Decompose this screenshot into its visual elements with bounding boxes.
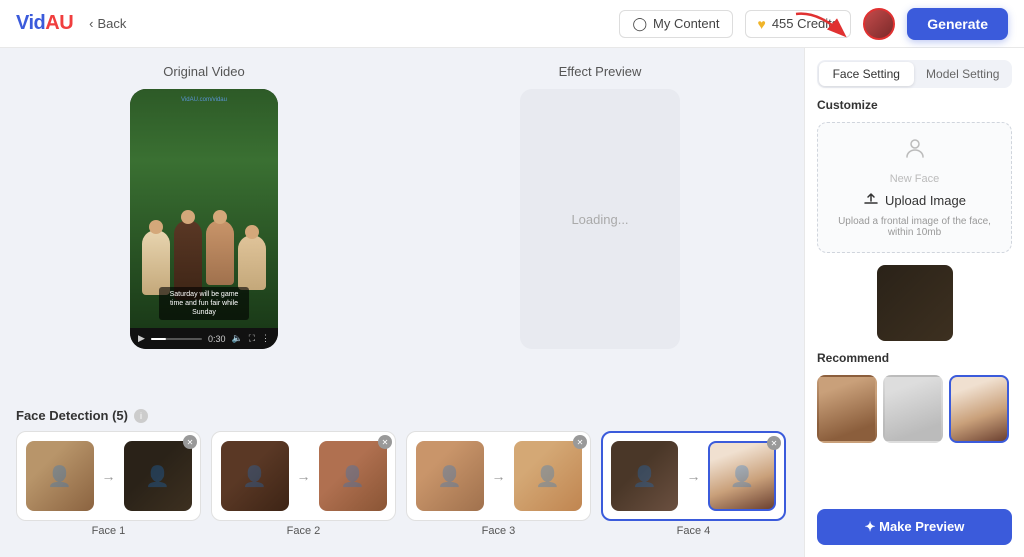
tab-face-setting-label: Face Setting	[833, 67, 900, 81]
person-icon	[903, 137, 927, 167]
face-4-close[interactable]: ✕	[767, 436, 781, 450]
face-1-label: Face 1	[92, 525, 126, 537]
silhouette-1	[142, 230, 170, 295]
header-right: ◯ My Content ♥ 455 Credits Generate	[619, 8, 1008, 40]
silhouette-3	[206, 220, 234, 285]
face-3-close[interactable]: ✕	[573, 435, 587, 449]
face-detection-header: Face Detection (5) i	[16, 408, 788, 423]
face-4-source: 👤	[611, 441, 678, 511]
main: Original Video VidAU.com/vidau Saturday …	[0, 48, 1024, 557]
upload-label: Upload Image	[885, 193, 966, 208]
recommend-label: Recommend	[817, 351, 1012, 365]
back-button[interactable]: ‹ Back	[89, 16, 126, 31]
tab-model-setting-label: Model Setting	[926, 67, 999, 81]
coin-icon: ♥	[758, 16, 766, 32]
face-item-2: ✕ 👤 → 👤 Face 2	[211, 431, 396, 537]
recommend-thumb-3[interactable]	[949, 375, 1009, 443]
upload-icon	[863, 191, 879, 210]
face-item-3: ✕ 👤 → 👤 Face 3	[406, 431, 591, 537]
fullscreen-icon[interactable]: ⛶	[249, 333, 255, 344]
credits-button[interactable]: ♥ 455 Credits	[745, 10, 852, 38]
back-label: Back	[98, 16, 127, 31]
progress-fill	[151, 338, 166, 340]
clock-icon: ◯	[632, 16, 647, 32]
make-preview-label: ✦ Make Preview	[865, 519, 965, 535]
selected-face-thumbnail	[877, 265, 953, 341]
chevron-left-icon: ‹	[89, 16, 93, 31]
new-face-box[interactable]: New Face Upload Image Upload a frontal i…	[817, 122, 1012, 253]
face-4-arrow: →	[686, 468, 700, 484]
content-area: Original Video VidAU.com/vidau Saturday …	[0, 48, 804, 557]
face-3-arrow: →	[492, 468, 506, 484]
credits-label: 455 Credits	[772, 16, 838, 31]
face-2-target: 👤	[319, 441, 387, 511]
face-2-arrow: →	[297, 468, 311, 484]
face-3-target: 👤	[514, 441, 582, 511]
time-display: 0:30	[208, 334, 226, 344]
face-4-target: 👤	[708, 441, 776, 511]
video-container[interactable]: VidAU.com/vidau Saturday will be game ti…	[130, 89, 278, 349]
video-caption: Saturday will be game time and fun fair …	[159, 287, 249, 320]
my-content-button[interactable]: ◯ My Content	[619, 10, 732, 38]
face-1-target: 👤	[124, 441, 192, 511]
logo: VidAU	[16, 12, 73, 35]
face-1-close[interactable]: ✕	[183, 435, 197, 449]
customize-label: Customize	[817, 98, 1012, 112]
upload-hint: Upload a frontal image of the face, with…	[828, 216, 1001, 238]
face-4-label: Face 4	[677, 525, 711, 537]
generate-label: Generate	[927, 16, 988, 32]
avatar[interactable]	[863, 8, 895, 40]
face-1-arrow: →	[102, 468, 116, 484]
original-video-title: Original Video	[163, 64, 244, 79]
loading-text: Loading...	[571, 212, 628, 227]
new-face-text: New Face	[890, 173, 940, 185]
info-icon[interactable]: i	[134, 409, 148, 423]
effect-preview-panel: Effect Preview Loading...	[412, 64, 788, 396]
face-3-label: Face 3	[482, 525, 516, 537]
face-card-1[interactable]: ✕ 👤 → 👤	[16, 431, 201, 521]
face-item-1: ✕ 👤 → 👤 Face 1	[16, 431, 201, 537]
my-content-label: My Content	[653, 16, 719, 31]
face-card-3[interactable]: ✕ 👤 → 👤	[406, 431, 591, 521]
sidebar: Face Setting Model Setting Customize New…	[804, 48, 1024, 557]
header: VidAU ‹ Back ◯ My Content ♥ 455 Credits …	[0, 0, 1024, 48]
effect-preview-box: Loading...	[520, 89, 680, 349]
video-controls[interactable]: ▶ 0:30 🔈 ⛶ ⋮	[130, 328, 278, 349]
face-item-4: ✕ 👤 → 👤 Face 4	[601, 431, 786, 537]
face-1-source: 👤	[26, 441, 94, 511]
recommend-row	[817, 375, 1012, 443]
generate-button[interactable]: Generate	[907, 8, 1008, 40]
face-card-4[interactable]: ✕ 👤 → 👤	[601, 431, 786, 521]
tab-face-setting[interactable]: Face Setting	[819, 62, 914, 86]
original-video-panel: Original Video VidAU.com/vidau Saturday …	[16, 64, 392, 396]
face-2-source: 👤	[221, 441, 289, 511]
progress-bar[interactable]	[151, 338, 202, 340]
face-card-2[interactable]: ✕ 👤 → 👤	[211, 431, 396, 521]
recommend-thumb-1[interactable]	[817, 375, 877, 443]
tab-model-setting[interactable]: Model Setting	[916, 62, 1011, 86]
face-2-label: Face 2	[287, 525, 321, 537]
volume-icon[interactable]: 🔈	[231, 333, 242, 344]
faces-scroll[interactable]: ✕ 👤 → 👤 Face 1 ✕	[16, 431, 788, 541]
avatar-image	[865, 10, 893, 38]
face-2-close[interactable]: ✕	[378, 435, 392, 449]
face-detection-title: Face Detection (5)	[16, 408, 128, 423]
silhouette-4	[238, 235, 266, 290]
recommend-thumb-2[interactable]	[883, 375, 943, 443]
tab-row: Face Setting Model Setting	[817, 60, 1012, 88]
face-3-source: 👤	[416, 441, 484, 511]
video-background: VidAU.com/vidau Saturday will be game ti…	[130, 89, 278, 328]
more-icon[interactable]: ⋮	[261, 333, 270, 344]
effect-preview-title: Effect Preview	[559, 64, 642, 79]
play-icon[interactable]: ▶	[138, 333, 145, 344]
upload-button[interactable]: Upload Image	[863, 191, 966, 210]
face-detection-section: Face Detection (5) i ✕ 👤 → 👤	[16, 408, 788, 541]
make-preview-button[interactable]: ✦ Make Preview	[817, 509, 1012, 545]
video-watermark: VidAU.com/vidau	[181, 97, 227, 103]
panels-row: Original Video VidAU.com/vidau Saturday …	[16, 64, 788, 396]
